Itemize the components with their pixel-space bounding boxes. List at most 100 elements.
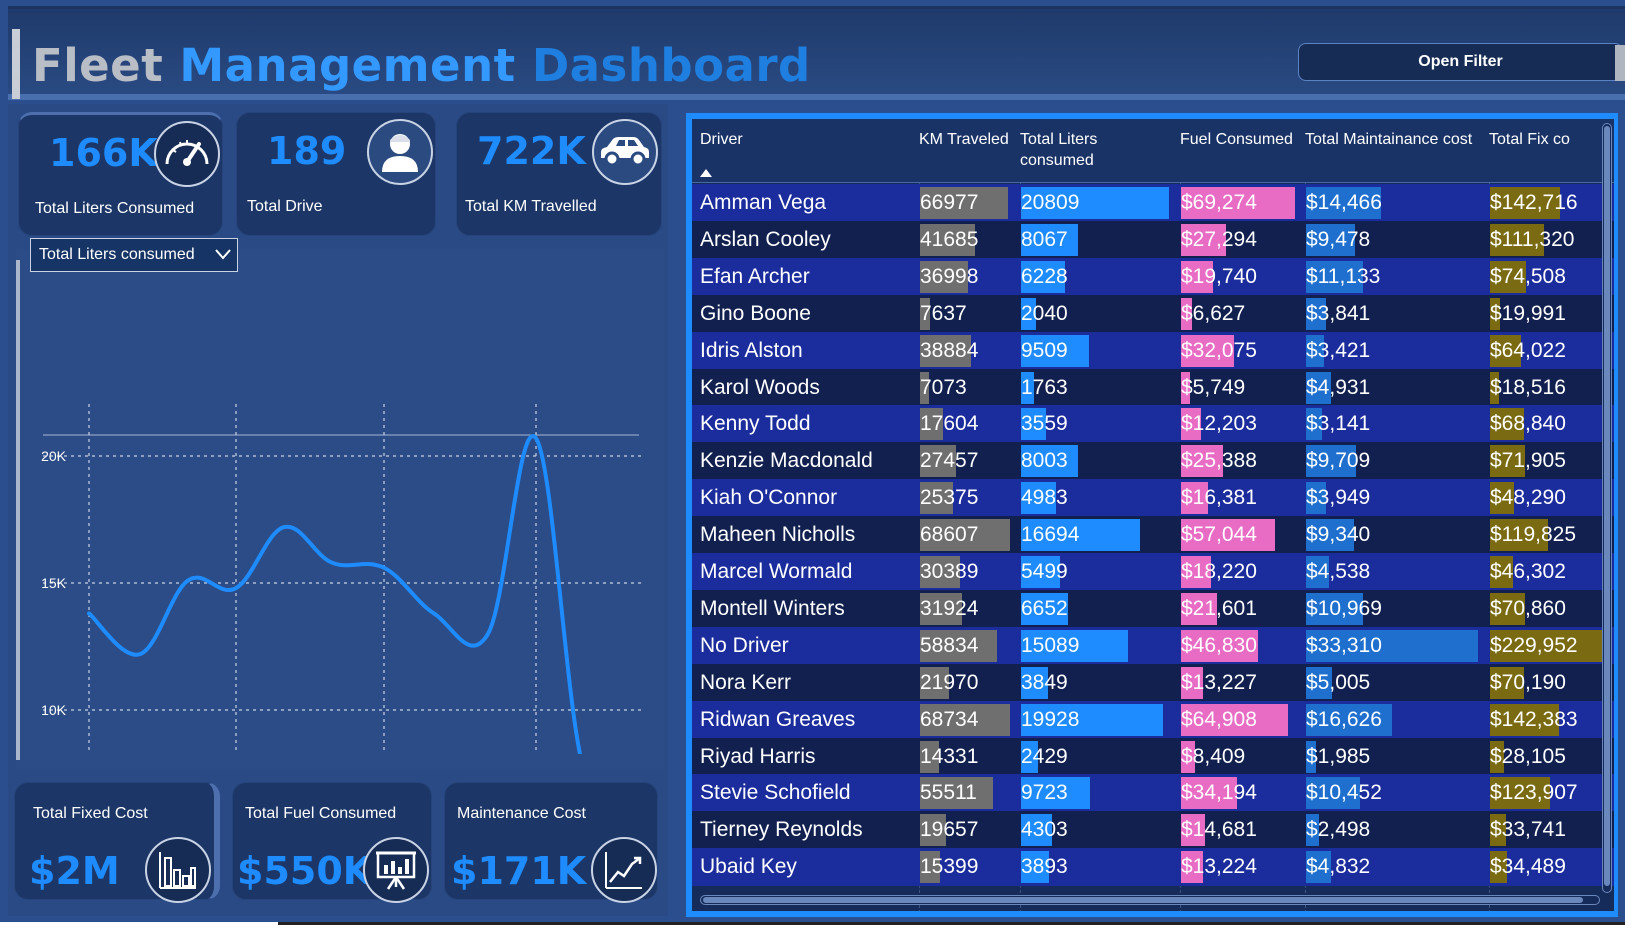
table-row[interactable]: Kiah O'Connor 25375 4983 $16,381 $3,949 $48,2… — [692, 479, 1614, 518]
cell-text: Maheen Nicholls — [700, 523, 856, 547]
table-row[interactable]: Tierney Reynolds 19657 4303 $14,681 $2,498 $3… — [692, 811, 1614, 850]
cell-text: 58834 — [920, 633, 979, 657]
table-row[interactable]: Kenny Todd 17604 3559 $12,203 $3,141 $68,840 — [692, 405, 1614, 444]
kpi-card-total-drive[interactable]: 189 Total Drive — [236, 112, 436, 236]
table-cell-fix: $71,905 — [1490, 442, 1612, 480]
cell-text: $21,601 — [1181, 596, 1257, 620]
table-row[interactable]: Gino Boone 7637 2040 $6,627 $3,841 $19,991 — [692, 294, 1614, 333]
horizontal-scrollbar[interactable] — [700, 895, 1600, 905]
table-cell-maint: $5,005 — [1306, 664, 1486, 702]
column-header-total-fix-cost[interactable]: Total Fix co — [1489, 129, 1570, 150]
table-row[interactable]: Maheen Nicholls 68607 16694 $57,044 $9,340 $1… — [692, 516, 1614, 555]
cell-text: 3849 — [1021, 670, 1068, 694]
table-cell-fix: $119,825 — [1490, 516, 1612, 554]
cell-text: 2429 — [1021, 744, 1068, 768]
table-row[interactable]: Stevie Schofield 55511 9723 $34,194 $10,452 $… — [692, 774, 1614, 813]
cell-text: $16,626 — [1306, 707, 1382, 731]
kpi-value: $2M — [29, 849, 120, 893]
column-header-maintenance-cost[interactable]: Total Maintainance cost — [1305, 129, 1472, 150]
column-header-fuel-consumed[interactable]: Fuel Consumed — [1180, 129, 1293, 150]
table-cell-driver: Tierney Reynolds — [700, 811, 915, 849]
table-row[interactable]: Amman Vega 66977 20809 $69,274 $14,466 $142,7… — [692, 184, 1614, 222]
cell-text: $28,105 — [1490, 744, 1566, 768]
scrollbar-thumb[interactable] — [1604, 126, 1610, 886]
table-cell-liters: 19928 — [1021, 701, 1177, 739]
table-cell-fuel: $8,409 — [1181, 738, 1303, 776]
cell-text: 8067 — [1021, 227, 1068, 251]
table-row[interactable]: Nora Kerr 21970 3849 $13,227 $5,005 $70,190 — [692, 663, 1614, 702]
series-line — [87, 434, 583, 754]
table-cell-maint: $3,841 — [1306, 295, 1486, 333]
cell-text: Gino Boone — [700, 301, 811, 325]
cell-text: 4983 — [1021, 486, 1068, 510]
cell-text: $9,709 — [1306, 449, 1371, 473]
cell-text: Amman Vega — [700, 191, 827, 214]
table-row[interactable]: Riyad Harris 14331 2429 $8,409 $1,985 $28,105 — [692, 737, 1614, 776]
table-cell-km: 31924 — [920, 590, 1018, 628]
table-row[interactable]: Idris Alston 38884 9509 $32,075 $3,421 $64,02… — [692, 331, 1614, 370]
table-cell-km: 41685 — [920, 221, 1018, 259]
table-row[interactable]: Marcel Wormald 30389 5499 $18,220 $4,538 $46,… — [692, 553, 1614, 591]
table-row[interactable]: Ubaid Key 15399 3893 $13,224 $4,832 $34,489 — [692, 848, 1614, 887]
table-cell-driver: Amman Vega — [700, 184, 915, 222]
cell-text: $13,227 — [1181, 670, 1257, 694]
cell-text: $33,741 — [1490, 818, 1566, 842]
cell-text: 68734 — [920, 707, 979, 731]
table-cell-maint: $3,141 — [1306, 405, 1486, 443]
column-header-total-liters[interactable]: Total Liters consumed — [1020, 129, 1097, 171]
table-cell-maint: $3,949 — [1306, 479, 1486, 517]
cell-text: 21970 — [920, 670, 979, 694]
table-cell-liters: 3559 — [1021, 405, 1177, 443]
table-row[interactable]: Arslan Cooley 41685 8067 $27,294 $9,478 $111,… — [692, 220, 1614, 259]
cell-text: $4,931 — [1306, 375, 1371, 399]
kpi-card-total-liters[interactable]: 166K Total Liters Consumed — [18, 112, 223, 236]
kpi-card-maintenance-cost[interactable]: Maintenance Cost $171K — [444, 782, 658, 903]
table-cell-fuel: $69,274 — [1181, 184, 1303, 222]
table-cell-km: 14331 — [920, 738, 1018, 776]
kpi-card-total-km[interactable]: 722K Total KM Travelled — [456, 112, 662, 236]
table-cell-liters: 6652 — [1021, 590, 1177, 628]
cell-text: $229,952 — [1490, 633, 1578, 657]
table-cell-fuel: $18,220 — [1181, 553, 1303, 591]
cell-text: Nora Kerr — [700, 670, 792, 694]
table-cell-maint: $10,969 — [1306, 590, 1486, 628]
sort-ascending-icon[interactable] — [700, 169, 712, 177]
table-cell-km: 55511 — [920, 774, 1018, 812]
cell-text: Tierney Reynolds — [700, 818, 863, 842]
kpi-value: $171K — [451, 849, 587, 893]
column-header-driver[interactable]: Driver — [700, 129, 743, 150]
table-row[interactable]: Montell Winters 31924 6652 $21,601 $10,969 $7… — [692, 589, 1614, 628]
kpi-card-total-fuel-consumed[interactable]: Total Fuel Consumed $550K — [232, 782, 432, 903]
scrollbar-thumb[interactable] — [703, 897, 1583, 903]
cell-text: Arslan Cooley — [700, 227, 831, 251]
table-row[interactable]: Efan Archer 36998 6228 $19,740 $11,133 $74,50… — [692, 257, 1614, 296]
column-header-km-traveled[interactable]: KM Traveled — [919, 129, 1009, 150]
table-row[interactable]: Kenzie Macdonald 27457 8003 $25,388 $9,709 $7… — [692, 442, 1614, 481]
vertical-scrollbar[interactable] — [1602, 123, 1612, 893]
table-cell-maint: $2,498 — [1306, 811, 1486, 849]
table-cell-driver: Marcel Wormald — [700, 553, 915, 591]
table-cell-km: 66977 — [920, 184, 1018, 222]
table-row[interactable]: Karol Woods 7073 1763 $5,749 $4,931 $18,516 — [692, 368, 1614, 407]
table-cell-liters: 1763 — [1021, 369, 1177, 407]
cell-text: 41685 — [920, 227, 979, 251]
cell-text: $1,985 — [1306, 744, 1371, 768]
table-row[interactable]: Ridwan Greaves 68734 19928 $64,908 $16,626 $1… — [692, 700, 1614, 739]
cell-text: $46,830 — [1181, 633, 1257, 657]
kpi-card-total-fixed-cost[interactable]: Total Fixed Cost $2M — [14, 782, 220, 903]
table-cell-liters: 4983 — [1021, 479, 1177, 517]
cell-text: 55511 — [920, 781, 977, 805]
cell-text: $64,022 — [1490, 338, 1566, 362]
y-tick-label: 10K — [41, 702, 67, 718]
table-cell-fuel: $13,224 — [1181, 848, 1303, 886]
open-filter-button[interactable]: Open Filter — [1298, 43, 1623, 81]
table-cell-fuel: $21,601 — [1181, 590, 1303, 628]
table-row[interactable]: No Driver 58834 15089 $46,830 $33,310 $229,95… — [692, 626, 1614, 665]
driver-table: Driver KM Traveled Total Liters consumed… — [686, 113, 1618, 917]
table-cell-fuel: $64,908 — [1181, 701, 1303, 739]
kpi-label: Total Fixed Cost — [33, 805, 148, 822]
table-cell-liters: 3849 — [1021, 664, 1177, 702]
header-edge-tab — [1615, 45, 1625, 81]
table-cell-km: 7073 — [920, 369, 1018, 407]
cell-text: $3,421 — [1306, 338, 1371, 362]
